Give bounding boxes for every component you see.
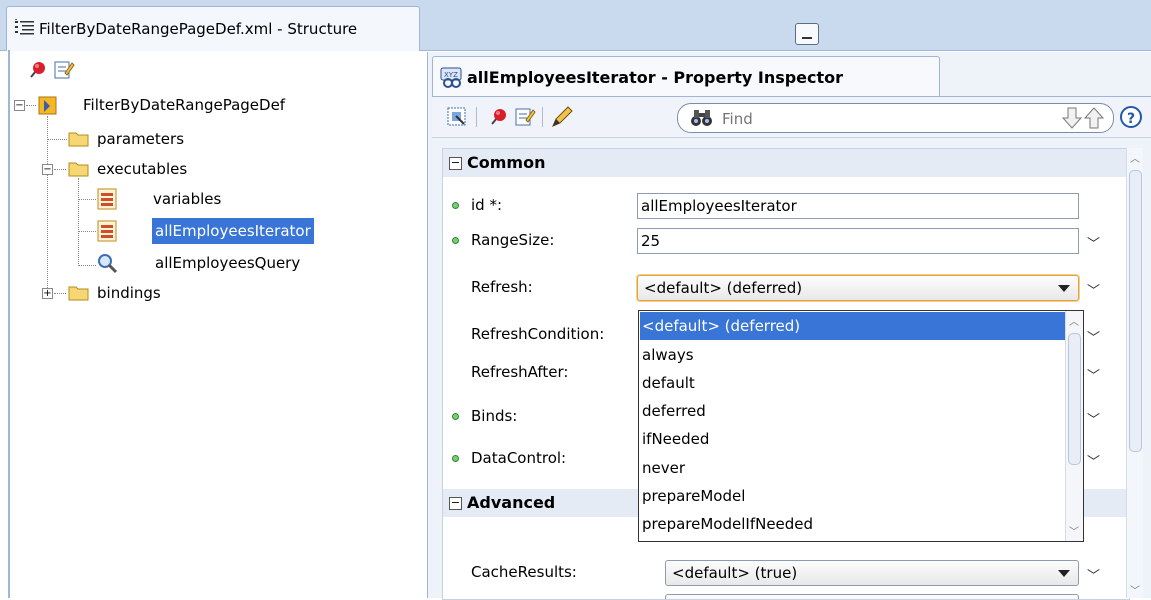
set-dot-icon — [452, 455, 459, 462]
expand-bindings-toggle[interactable]: + — [42, 288, 53, 299]
iterator-icon — [96, 220, 118, 242]
inspector-toolbar: ? — [432, 96, 1151, 138]
edit-properties-icon[interactable] — [514, 106, 536, 132]
set-dot-icon — [452, 413, 459, 420]
scroll-down-icon[interactable]: ﹀ — [1069, 523, 1079, 538]
folder-icon — [68, 284, 90, 301]
dropdown-option-ifneeded[interactable]: ifNeeded — [640, 425, 1066, 453]
dropdown-option-default[interactable]: default — [640, 369, 1066, 397]
structure-tab-strip: FilterByDateRangePageDef.xml - Structure — [0, 0, 1151, 51]
svg-text:XYZ: XYZ — [444, 71, 458, 79]
inspector-scrollbar[interactable]: ︿ ﹀ — [1126, 148, 1143, 598]
panel-border — [8, 50, 10, 598]
refresh-dropdown-list: <default> (deferred) always default defe… — [638, 310, 1084, 542]
select-object-icon[interactable] — [446, 106, 468, 132]
collapse-root-toggle[interactable]: − — [14, 100, 25, 111]
scrollbar-thumb[interactable] — [1129, 170, 1142, 452]
chevron-down-icon[interactable]: ﹀ — [1087, 365, 1100, 384]
dropdown-scrollbar-thumb[interactable] — [1068, 333, 1081, 465]
structure-toolbar — [0, 51, 422, 91]
edit-pencil-icon[interactable] — [550, 105, 574, 133]
structure-title: FilterByDateRangePageDef.xml - Structure — [39, 20, 358, 38]
dropdown-option-deferred[interactable]: deferred — [640, 397, 1066, 425]
collapse-icon[interactable]: − — [449, 497, 462, 510]
dropdown-arrow-icon[interactable] — [1058, 285, 1070, 292]
id-field[interactable]: allEmployeesIterator — [637, 193, 1079, 219]
rangesize-field[interactable]: 25 — [637, 228, 1079, 254]
find-previous-icon[interactable] — [1083, 106, 1105, 134]
required-dot-icon — [452, 202, 459, 209]
dropdown-option-always[interactable]: always — [640, 341, 1066, 369]
pin-icon[interactable] — [26, 59, 48, 85]
property-id: id *: allEmployeesIterator — [443, 192, 1129, 220]
property-cacheresults: CacheResults: <default> (true) ﹀ — [443, 559, 1129, 587]
chevron-down-icon[interactable]: ﹀ — [1087, 280, 1100, 299]
partial-select[interactable] — [665, 594, 1079, 599]
dropdown-scrollbar[interactable]: ︿ ﹀ — [1065, 311, 1083, 541]
folder-icon — [68, 130, 90, 147]
dropdown-option-preparemodel[interactable]: prepareModel — [640, 482, 1066, 510]
find-input[interactable] — [720, 108, 1024, 130]
cacheresults-select[interactable]: <default> (true) — [665, 560, 1079, 586]
pin-icon[interactable] — [487, 106, 509, 132]
cacheresults-select-value: <default> (true) — [672, 564, 798, 582]
minimize-button[interactable] — [795, 23, 819, 45]
dropdown-option-preparemodelifneeded[interactable]: prepareModelIfNeeded — [640, 510, 1066, 538]
property-refresh: Refresh: <default> (deferred) ﹀ — [443, 274, 1129, 302]
iterator-xyz-icon: XYZ — [439, 66, 465, 92]
section-common[interactable]: − Common — [443, 149, 1129, 177]
scroll-up-icon[interactable]: ︿ — [1069, 313, 1079, 328]
page-definition-icon — [38, 96, 60, 115]
find-box — [677, 103, 1114, 133]
chevron-down-icon[interactable]: ﹀ — [1087, 451, 1100, 470]
edit-properties-icon[interactable] — [53, 59, 75, 85]
binoculars-icon[interactable] — [690, 108, 714, 132]
collapse-icon[interactable]: − — [449, 157, 462, 170]
refresh-select[interactable]: <default> (deferred) — [637, 275, 1079, 301]
dropdown-option-default-deferred[interactable]: <default> (deferred) — [640, 312, 1066, 340]
query-search-icon — [96, 252, 118, 274]
dropdown-option-never[interactable]: never — [640, 454, 1066, 482]
variables-icon — [96, 188, 118, 210]
help-button[interactable]: ? — [1120, 106, 1142, 128]
dropdown-arrow-icon[interactable] — [1058, 570, 1070, 577]
chevron-down-icon[interactable]: ﹀ — [1087, 409, 1100, 428]
chevron-down-icon[interactable]: ﹀ — [1087, 233, 1100, 252]
inspector-tab[interactable]: XYZ allEmployeesIterator - Property Insp… — [432, 56, 940, 97]
chevron-down-icon[interactable]: ﹀ — [1087, 565, 1100, 584]
refresh-select-value: <default> (deferred) — [644, 279, 803, 297]
set-dot-icon — [452, 237, 459, 244]
scroll-up-icon[interactable]: ︿ — [1130, 150, 1140, 165]
chevron-down-icon[interactable]: ﹀ — [1087, 327, 1100, 346]
collapse-executables-toggle[interactable]: − — [42, 164, 53, 175]
structure-tab[interactable]: FilterByDateRangePageDef.xml - Structure — [6, 6, 420, 51]
scroll-down-icon[interactable]: ﹀ — [1130, 582, 1140, 597]
find-next-icon[interactable] — [1061, 106, 1083, 134]
property-rangesize: RangeSize: 25 ﹀ — [443, 227, 1129, 255]
structure-icon — [15, 19, 35, 41]
inspector-title: allEmployeesIterator - Property Inspecto… — [467, 68, 844, 87]
folder-icon — [68, 160, 90, 177]
property-partial-row — [443, 593, 1129, 599]
